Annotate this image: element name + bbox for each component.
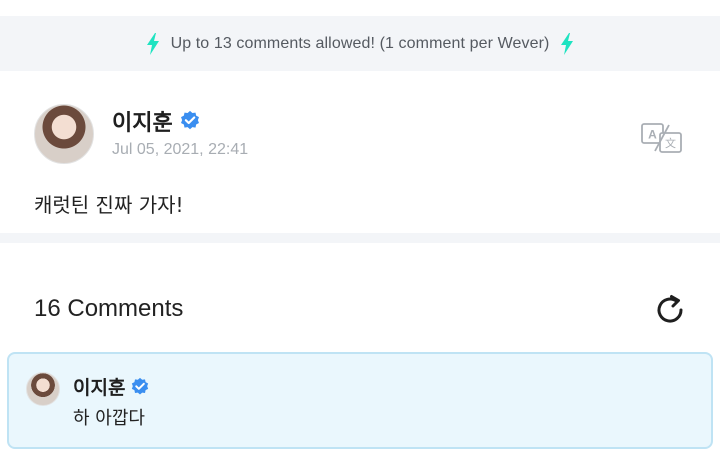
translate-icon[interactable]: A 文	[640, 121, 684, 155]
svg-text:文: 文	[665, 136, 676, 150]
verified-badge-icon	[132, 377, 149, 394]
top-strip	[0, 0, 720, 16]
comment-author-name[interactable]: 이지훈	[73, 373, 125, 400]
avatar[interactable]	[26, 372, 60, 406]
avatar[interactable]	[34, 104, 94, 164]
post-author-name[interactable]: 이지훈	[112, 105, 173, 137]
post-author-row: 이지훈	[112, 105, 201, 137]
refresh-icon[interactable]	[652, 292, 688, 328]
svg-text:A: A	[648, 128, 657, 142]
lightning-bolt-icon	[561, 32, 574, 55]
section-divider	[0, 233, 720, 243]
post-body: 캐럿틴 진짜 가자!	[34, 193, 184, 217]
comment-item[interactable]: 이지훈 하 아깝다	[7, 352, 713, 449]
lightning-bolt-icon	[146, 32, 159, 55]
comments-count: 16 Comments	[34, 295, 184, 322]
verified-badge-icon	[180, 110, 199, 130]
comment-text: 하 아깝다	[73, 408, 145, 429]
comment-author-row: 이지훈	[73, 373, 150, 400]
post-date: Jul 05, 2021, 22:41	[112, 141, 249, 158]
banner-text: Up to 13 comments allowed! (1 comment pe…	[170, 34, 550, 52]
post: 이지훈 Jul 05, 2021, 22:41 A 文 캐럿틴 진짜 가자!	[0, 71, 720, 233]
comment-limit-banner: Up to 13 comments allowed! (1 comment pe…	[0, 16, 720, 71]
